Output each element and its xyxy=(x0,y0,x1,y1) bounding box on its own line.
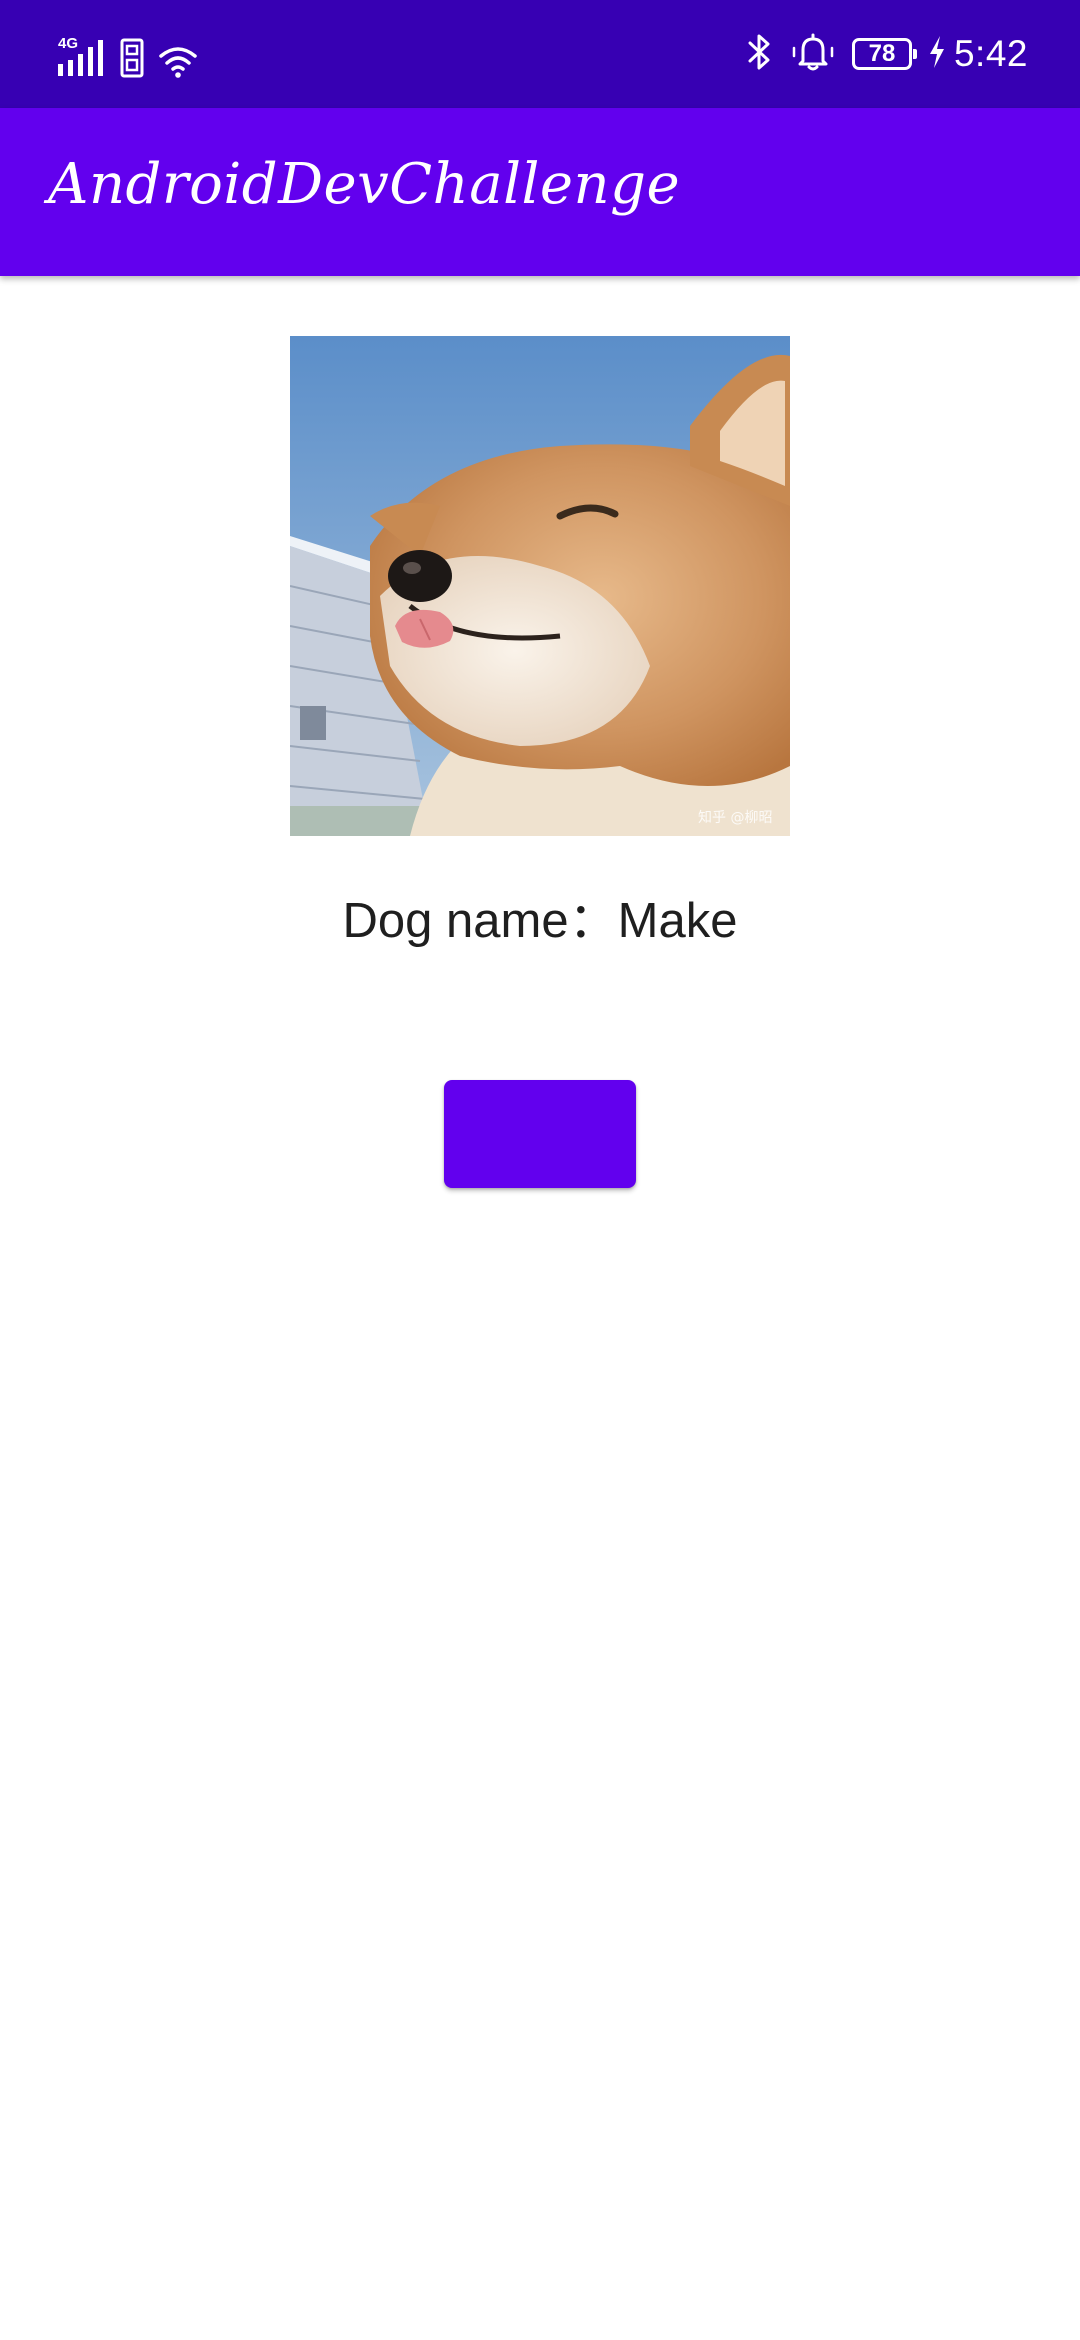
status-time: 5:42 xyxy=(953,33,1028,74)
status-left-group: 4G xyxy=(56,30,198,78)
status-bar: 4G 78 5:42 xyxy=(0,0,1080,108)
charging-icon xyxy=(928,35,946,74)
dog-photo: 知乎 @柳昭 xyxy=(290,336,790,836)
dog-name-label: Dog name：Make xyxy=(342,894,738,948)
alarm-bell-icon xyxy=(790,32,836,77)
battery-level: 78 xyxy=(868,40,896,67)
app-bar: AndroidDevChallenge xyxy=(0,108,1080,276)
status-right-group: 78 5:42 xyxy=(744,26,1028,82)
signal-icon: 4G xyxy=(56,34,106,78)
svg-text:4G: 4G xyxy=(58,35,78,52)
action-button[interactable] xyxy=(444,1080,636,1188)
battery-icon: 78 xyxy=(851,38,917,70)
wifi-icon xyxy=(158,44,198,78)
sim-icon xyxy=(120,38,144,78)
app-title: AndroidDevChallenge xyxy=(48,152,681,217)
photo-watermark: 知乎 @柳昭 xyxy=(698,809,772,826)
bluetooth-icon xyxy=(744,32,774,77)
